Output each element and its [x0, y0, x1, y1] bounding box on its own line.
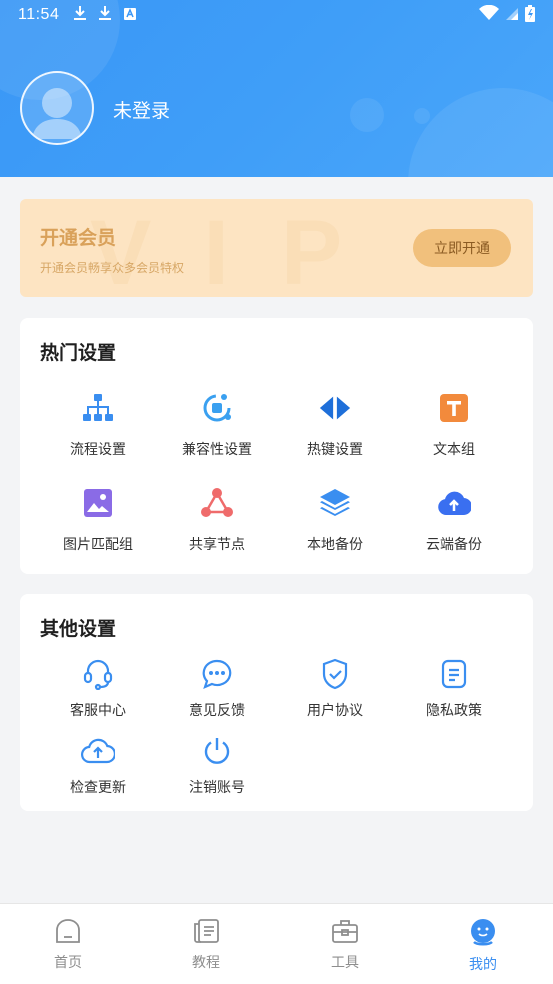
vip-banner[interactable]: VIP 开通会员 开通会员畅享众多会员特权 立即开通 [20, 199, 533, 297]
feedback-chat-icon [200, 657, 234, 691]
other-settings-card: 其他设置 客服中心 意见反馈 用户协议 隐私政策 检查更新 注销账号 [20, 594, 533, 811]
other-item-label: 用户协议 [307, 703, 363, 719]
vip-watermark: VIP [90, 202, 395, 297]
layers-icon [318, 486, 352, 520]
avatar[interactable] [20, 71, 94, 145]
status-bar: 11:54 [0, 0, 553, 30]
download-icon [98, 5, 112, 25]
hot-item-label: 云端备份 [426, 537, 482, 553]
nav-tools[interactable]: 工具 [305, 918, 385, 972]
text-t-icon [437, 391, 471, 425]
hot-item-label: 本地备份 [307, 537, 363, 553]
hot-item-label: 共享节点 [189, 537, 245, 553]
wifi-icon [479, 4, 499, 25]
other-item-label: 客服中心 [70, 703, 126, 719]
compatibility-icon [200, 391, 234, 425]
cloud-upload-outline-icon [81, 734, 115, 768]
other-item-feedback[interactable]: 意见反馈 [158, 657, 276, 720]
vip-subtitle: 开通会员畅享众多会员特权 [40, 261, 185, 275]
other-item-check-update[interactable]: 检查更新 [39, 734, 157, 797]
cellular-signal-icon [505, 6, 519, 25]
status-time: 11:54 [18, 6, 60, 23]
hot-settings-card: 热门设置 流程设置 兼容性设置 热键设置 文本组 图片匹配组 共享节点 本地备份… [20, 318, 533, 574]
share-nodes-icon [200, 486, 234, 520]
other-item-label: 意见反馈 [189, 703, 245, 719]
username[interactable]: 未登录 [113, 96, 170, 123]
hot-item-hotkey-settings[interactable]: 热键设置 [276, 391, 394, 459]
document-icon [437, 657, 471, 691]
nav-label: 教程 [192, 955, 220, 971]
other-item-label: 隐私政策 [426, 703, 482, 719]
nav-label: 我的 [469, 957, 497, 973]
hot-item-label: 文本组 [433, 442, 475, 458]
hot-item-label: 热键设置 [307, 442, 363, 458]
hot-item-image-match-group[interactable]: 图片匹配组 [39, 486, 157, 554]
hot-item-compatibility-settings[interactable]: 兼容性设置 [158, 391, 276, 459]
hot-item-cloud-backup[interactable]: 云端备份 [395, 486, 513, 554]
hot-item-text-group[interactable]: 文本组 [395, 391, 513, 459]
power-icon [200, 734, 234, 768]
flowchart-icon [81, 391, 115, 425]
hot-item-label: 图片匹配组 [63, 537, 133, 553]
other-item-user-agreement[interactable]: 用户协议 [276, 657, 394, 720]
image-icon [81, 486, 115, 520]
tutorial-book-icon [192, 918, 220, 948]
user-avatar-icon [22, 88, 92, 143]
header-decoration [414, 108, 430, 124]
other-item-customer-service[interactable]: 客服中心 [39, 657, 157, 720]
other-item-label: 检查更新 [70, 780, 126, 796]
open-vip-button[interactable]: 立即开通 [413, 229, 511, 267]
hot-item-label: 兼容性设置 [182, 442, 252, 458]
other-settings-title: 其他设置 [40, 618, 117, 640]
nav-mine[interactable]: 我的 [443, 918, 523, 974]
cloud-upload-icon [437, 486, 471, 520]
header-decoration [408, 88, 553, 177]
app-notification-icon [123, 6, 137, 25]
profile-header: 11:54 未登录 [0, 0, 553, 177]
shield-check-icon [318, 657, 352, 691]
nav-label: 工具 [331, 955, 359, 971]
nav-label: 首页 [54, 955, 82, 971]
toolbox-icon [331, 918, 359, 948]
hot-item-label: 流程设置 [70, 442, 126, 458]
vip-title: 开通会员 [40, 227, 117, 249]
other-item-privacy-policy[interactable]: 隐私政策 [395, 657, 513, 720]
hot-item-shared-nodes[interactable]: 共享节点 [158, 486, 276, 554]
hot-item-flow-settings[interactable]: 流程设置 [39, 391, 157, 459]
other-item-label: 注销账号 [189, 780, 245, 796]
profile-face-icon [469, 918, 497, 950]
headset-icon [81, 657, 115, 691]
download-icon [73, 5, 87, 25]
bottom-navigation: 首页 教程 工具 我的 [0, 903, 553, 984]
other-item-delete-account[interactable]: 注销账号 [158, 734, 276, 797]
nav-tutorial[interactable]: 教程 [166, 918, 246, 972]
home-icon [54, 918, 82, 948]
nav-home[interactable]: 首页 [28, 918, 108, 972]
battery-charging-icon [525, 4, 535, 26]
hot-settings-title: 热门设置 [40, 342, 117, 364]
hotkey-arrows-icon [318, 391, 352, 425]
hot-item-local-backup[interactable]: 本地备份 [276, 486, 394, 554]
header-decoration [350, 98, 384, 132]
